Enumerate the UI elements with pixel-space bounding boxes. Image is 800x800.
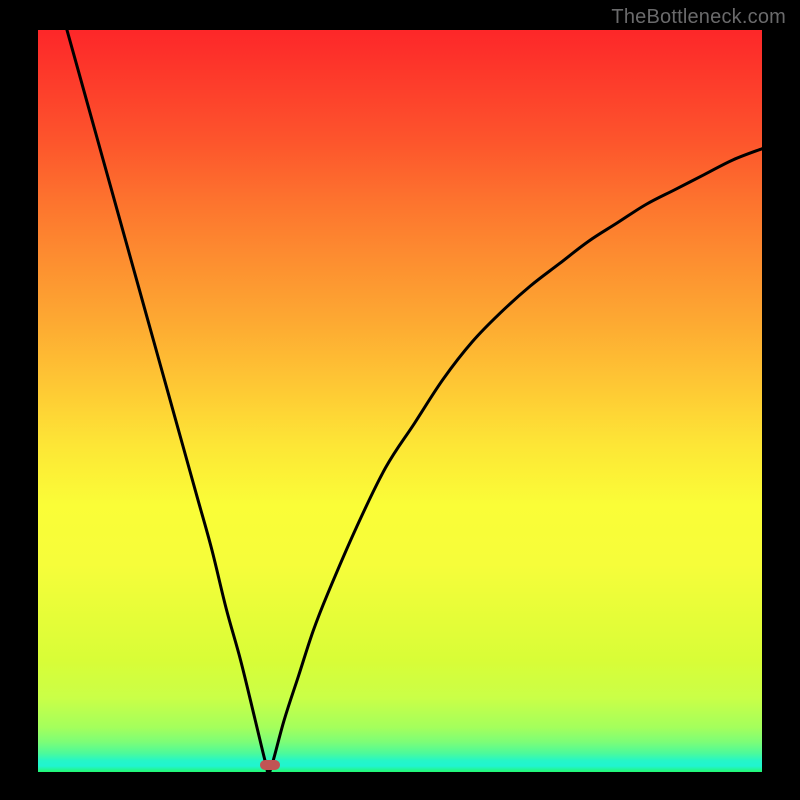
watermark-label: TheBottleneck.com [611,6,786,29]
chart-frame: TheBottleneck.com [0,0,800,800]
bottleneck-curve [38,30,762,772]
minimum-marker [260,760,280,770]
plot-area [38,30,762,772]
